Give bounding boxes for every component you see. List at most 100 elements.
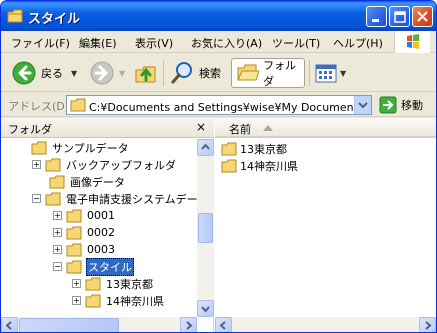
tree-item-label: 0002	[87, 226, 115, 239]
list-header: 名前	[215, 118, 436, 138]
list-item-label: 13東京都	[240, 142, 287, 156]
folder-open-icon	[66, 260, 82, 273]
explorer-window: スタイル ファイル(F) 編集(E) 表示(V) お気に入り(A) ツール(T)…	[0, 0, 437, 333]
folder-icon	[49, 175, 65, 188]
tree-item[interactable]: + 0001	[53, 207, 116, 224]
back-arrow-icon	[12, 61, 36, 85]
folder-pane: フォルダ × サンプルデータ + バックアップフォルダ 画像データ − 電子申請…	[1, 118, 214, 332]
minimize-button[interactable]	[366, 6, 387, 27]
scroll-up-button[interactable]	[197, 139, 214, 156]
scroll-right-button[interactable]	[419, 317, 436, 332]
list-horizontal-scrollbar[interactable]	[215, 317, 436, 332]
views-button[interactable]: ▼	[314, 58, 346, 88]
file-list-pane: 名前 13東京都 14神奈川県	[215, 118, 436, 332]
forward-arrow-icon	[90, 61, 114, 85]
close-button[interactable]	[412, 6, 433, 27]
chevron-left-icon	[219, 321, 226, 330]
scroll-thumb[interactable]	[19, 318, 119, 332]
expand-icon[interactable]: +	[72, 296, 81, 305]
window-title: スタイル	[28, 12, 81, 27]
expand-icon[interactable]: +	[53, 228, 62, 237]
menu-file[interactable]: ファイル(F)	[11, 35, 70, 51]
collapse-icon[interactable]: −	[32, 194, 41, 203]
search-label: 検索	[199, 67, 221, 80]
back-label: 戻る	[41, 67, 63, 80]
folder-icon	[31, 141, 47, 154]
collapse-icon[interactable]: −	[53, 262, 62, 271]
folder-pane-header: フォルダ ×	[1, 118, 214, 138]
tree-item-label: スタイル	[86, 257, 134, 276]
folders-icon	[237, 64, 260, 81]
folder-vertical-scrollbar[interactable]	[197, 139, 214, 317]
folder-icon	[70, 98, 86, 112]
column-header-name[interactable]: 名前	[229, 121, 251, 137]
menu-help[interactable]: ヘルプ(H)	[333, 35, 383, 51]
up-folder-icon	[135, 66, 156, 83]
tree-item[interactable]: + 0003	[53, 241, 116, 258]
folder-icon	[221, 159, 237, 172]
go-button[interactable]: 移動	[379, 96, 423, 114]
close-icon[interactable]: ×	[196, 120, 206, 134]
minimize-icon	[372, 19, 379, 22]
expand-icon[interactable]: +	[72, 279, 81, 288]
views-dropdown-icon[interactable]: ▼	[340, 69, 346, 78]
toolbar: 戻る ▼ ▼ 検索 フォルダ ▼	[1, 54, 436, 92]
search-button[interactable]: 検索	[169, 58, 221, 88]
chevron-down-icon	[358, 102, 368, 109]
chevron-down-icon	[201, 306, 210, 313]
tree-item[interactable]: + 0002	[53, 224, 116, 241]
menu-bar: ファイル(F) 編集(E) 表示(V) お気に入り(A) ツール(T) ヘルプ(…	[1, 31, 436, 53]
scroll-left-button[interactable]	[215, 317, 232, 332]
expand-icon[interactable]: +	[53, 211, 62, 220]
tree-item[interactable]: + 14神奈川県	[72, 292, 165, 309]
back-dropdown-icon[interactable]: ▼	[71, 69, 77, 78]
tree-item[interactable]: 画像データ	[49, 173, 126, 190]
address-dropdown-button[interactable]	[354, 96, 371, 114]
folder-icon	[221, 142, 237, 155]
address-input[interactable]: C:¥Documents and Settings¥wise¥My Docume…	[66, 95, 372, 115]
folder-horizontal-scrollbar[interactable]	[1, 317, 197, 332]
address-bar: アドレス(D) C:¥Documents and Settings¥wise¥M…	[1, 93, 436, 117]
list-item[interactable]: 13東京都	[221, 140, 287, 157]
back-button[interactable]: 戻る ▼	[11, 58, 77, 88]
folder-icon	[7, 9, 23, 23]
scroll-right-button[interactable]	[180, 317, 197, 332]
forward-dropdown-icon[interactable]: ▼	[119, 69, 125, 78]
folders-label: フォルダ	[263, 59, 297, 88]
windows-flag-icon	[407, 34, 419, 49]
search-icon	[171, 62, 192, 84]
tree-item-label: サンプルデータ	[52, 141, 129, 155]
list-item[interactable]: 14神奈川県	[221, 157, 298, 174]
tree-item[interactable]: + バックアップフォルダ	[32, 156, 177, 173]
close-icon	[417, 11, 428, 22]
chevron-up-icon	[201, 143, 210, 150]
go-label: 移動	[401, 99, 423, 112]
folder-pane-title: フォルダ	[8, 123, 52, 136]
tree-item[interactable]: + 13東京都	[72, 275, 154, 292]
maximize-button[interactable]	[389, 6, 410, 27]
scroll-down-button[interactable]	[197, 300, 214, 317]
up-button[interactable]	[133, 58, 159, 88]
tree-item[interactable]: サンプルデータ	[31, 139, 130, 156]
menu-favorites[interactable]: お気に入り(A)	[191, 35, 262, 51]
folder-icon	[66, 226, 82, 239]
expand-icon[interactable]: +	[32, 160, 41, 169]
folder-icon	[85, 277, 101, 290]
tree-item-selected[interactable]: − スタイル	[53, 257, 134, 276]
tree-item-label: 電子申請支援システムデー	[66, 192, 197, 206]
tree-item[interactable]: − 電子申請支援システムデー	[32, 190, 197, 207]
scroll-thumb[interactable]	[198, 213, 213, 243]
title-bar[interactable]: スタイル	[1, 1, 436, 31]
folders-button[interactable]: フォルダ	[231, 58, 305, 88]
menu-view[interactable]: 表示(V)	[135, 35, 173, 51]
windows-logo	[394, 31, 430, 53]
menu-tools[interactable]: ツール(T)	[272, 35, 320, 51]
forward-button[interactable]: ▼	[89, 58, 125, 88]
toolbar-separator	[309, 60, 310, 86]
tree-item-label: 14神奈川県	[106, 294, 164, 308]
folder-icon	[66, 243, 82, 256]
address-value: C:¥Documents and Settings¥wise¥My Docume…	[89, 101, 355, 114]
menu-edit[interactable]: 編集(E)	[79, 35, 117, 51]
scroll-left-button[interactable]	[1, 317, 18, 332]
expand-icon[interactable]: +	[53, 245, 62, 254]
